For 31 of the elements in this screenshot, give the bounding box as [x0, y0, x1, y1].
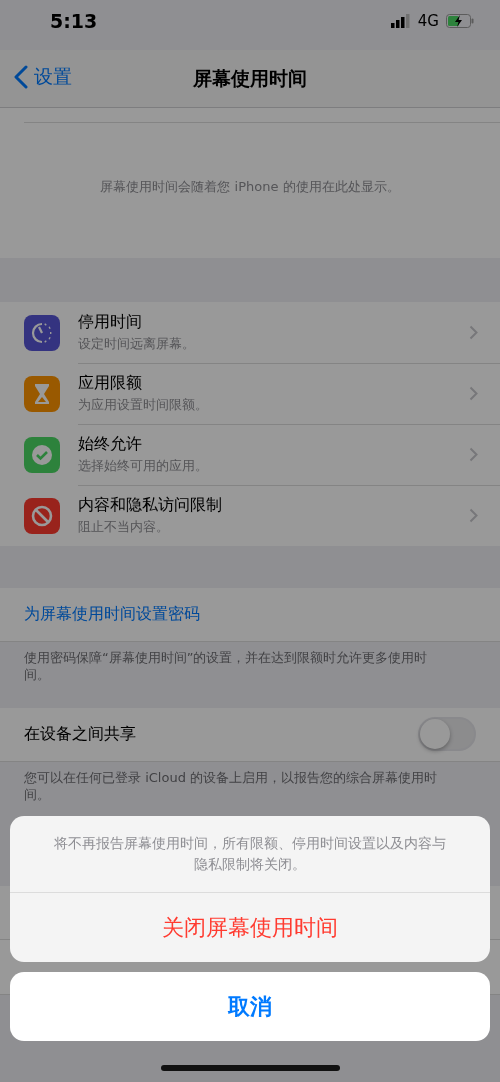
- settings-row[interactable]: 应用限额 为应用设置时间限额。: [0, 363, 500, 424]
- row-subtitle: 选择始终可用的应用。: [78, 456, 208, 475]
- passcode-footnote: 使用密码保障“屏幕使用时间”的设置，并在达到限额时允许更多使用时间。: [23, 649, 429, 684]
- row-title: 始终允许: [78, 433, 143, 455]
- settings-row[interactable]: 内容和隐私访问限制 阻止不当内容。: [0, 485, 500, 546]
- network-type: 4G: [417, 12, 439, 30]
- nav-title: 屏幕使用时间: [193, 65, 307, 91]
- chevron-icon: [469, 508, 478, 523]
- back-icon: [14, 65, 28, 89]
- chevron-icon: [469, 324, 478, 340]
- row-subtitle: 设定时间远离屏幕。: [78, 334, 195, 353]
- share-toggle[interactable]: [418, 717, 476, 752]
- row-title: 应用限额: [78, 372, 143, 394]
- restrictions-icon: [24, 497, 60, 534]
- settings-row[interactable]: 停用时间 设定时间远离屏幕。: [0, 302, 500, 363]
- row-subtitle: 为应用设置时间限额。: [78, 395, 208, 414]
- share-footnote: 您可以在任何已登录 iCloud 的设备上启用，以报告您的综合屏幕使用时间。: [23, 768, 438, 804]
- share-label: 在设备之间共享: [24, 723, 136, 745]
- usage-empty-state: 屏幕使用时间会随着您 iPhone 的使用在此处显示。: [0, 108, 500, 258]
- signal-icon: [390, 14, 411, 28]
- downtime-icon: [24, 314, 60, 351]
- row-subtitle: 阻止不当内容。: [78, 518, 170, 536]
- chevron-icon: [469, 385, 478, 401]
- status-time: 5:13: [50, 10, 98, 32]
- chevron-icon: [469, 446, 478, 462]
- cancel-button[interactable]: 取消: [10, 972, 490, 1041]
- sheet-message: 将不再报告屏幕使用时间，所有限额、停用时间设置以及内容与隐私限制将关闭。: [10, 816, 490, 893]
- row-title: 内容和隐私访问限制: [78, 495, 222, 516]
- settings-row[interactable]: 始终允许 选择始终可用的应用。: [0, 424, 500, 485]
- battery-charging-icon: [446, 14, 474, 28]
- row-title: 停用时间: [78, 311, 143, 333]
